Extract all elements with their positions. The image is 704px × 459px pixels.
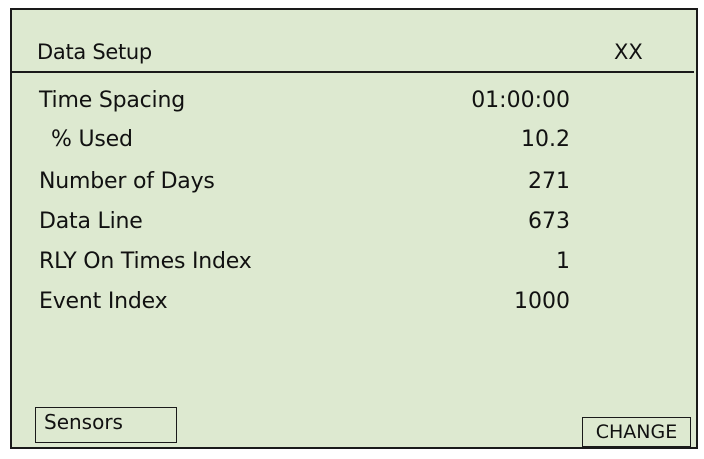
time-spacing-label: Time Spacing bbox=[39, 88, 185, 113]
time-spacing-value: 01:00:00 bbox=[471, 88, 570, 113]
header-code: XX bbox=[614, 40, 643, 64]
screen-header: Data Setup XX bbox=[12, 10, 694, 73]
row-rly-on-times-index: RLY On Times Index 1 bbox=[12, 247, 694, 285]
percent-used-label: % Used bbox=[51, 127, 133, 152]
sensors-button[interactable]: Sensors bbox=[35, 407, 177, 443]
rly-on-times-index-label: RLY On Times Index bbox=[39, 249, 252, 274]
row-data-line: Data Line 673 bbox=[12, 207, 694, 245]
change-button[interactable]: CHANGE bbox=[582, 417, 691, 447]
row-number-of-days: Number of Days 271 bbox=[12, 167, 694, 205]
percent-used-value: 10.2 bbox=[521, 127, 570, 152]
data-line-value: 673 bbox=[528, 209, 570, 234]
row-time-spacing: Time Spacing 01:00:00 bbox=[12, 86, 694, 124]
row-percent-used: % Used 10.2 bbox=[12, 125, 694, 163]
number-of-days-value: 271 bbox=[528, 169, 570, 194]
number-of-days-label: Number of Days bbox=[39, 169, 215, 194]
event-index-value: 1000 bbox=[514, 289, 570, 314]
lcd-screen: Data Setup XX Time Spacing 01:00:00 % Us… bbox=[10, 8, 698, 449]
row-event-index: Event Index 1000 bbox=[12, 287, 694, 325]
page-title: Data Setup bbox=[37, 40, 152, 64]
rly-on-times-index-value: 1 bbox=[556, 249, 570, 274]
event-index-label: Event Index bbox=[39, 289, 168, 314]
data-line-label: Data Line bbox=[39, 209, 143, 234]
